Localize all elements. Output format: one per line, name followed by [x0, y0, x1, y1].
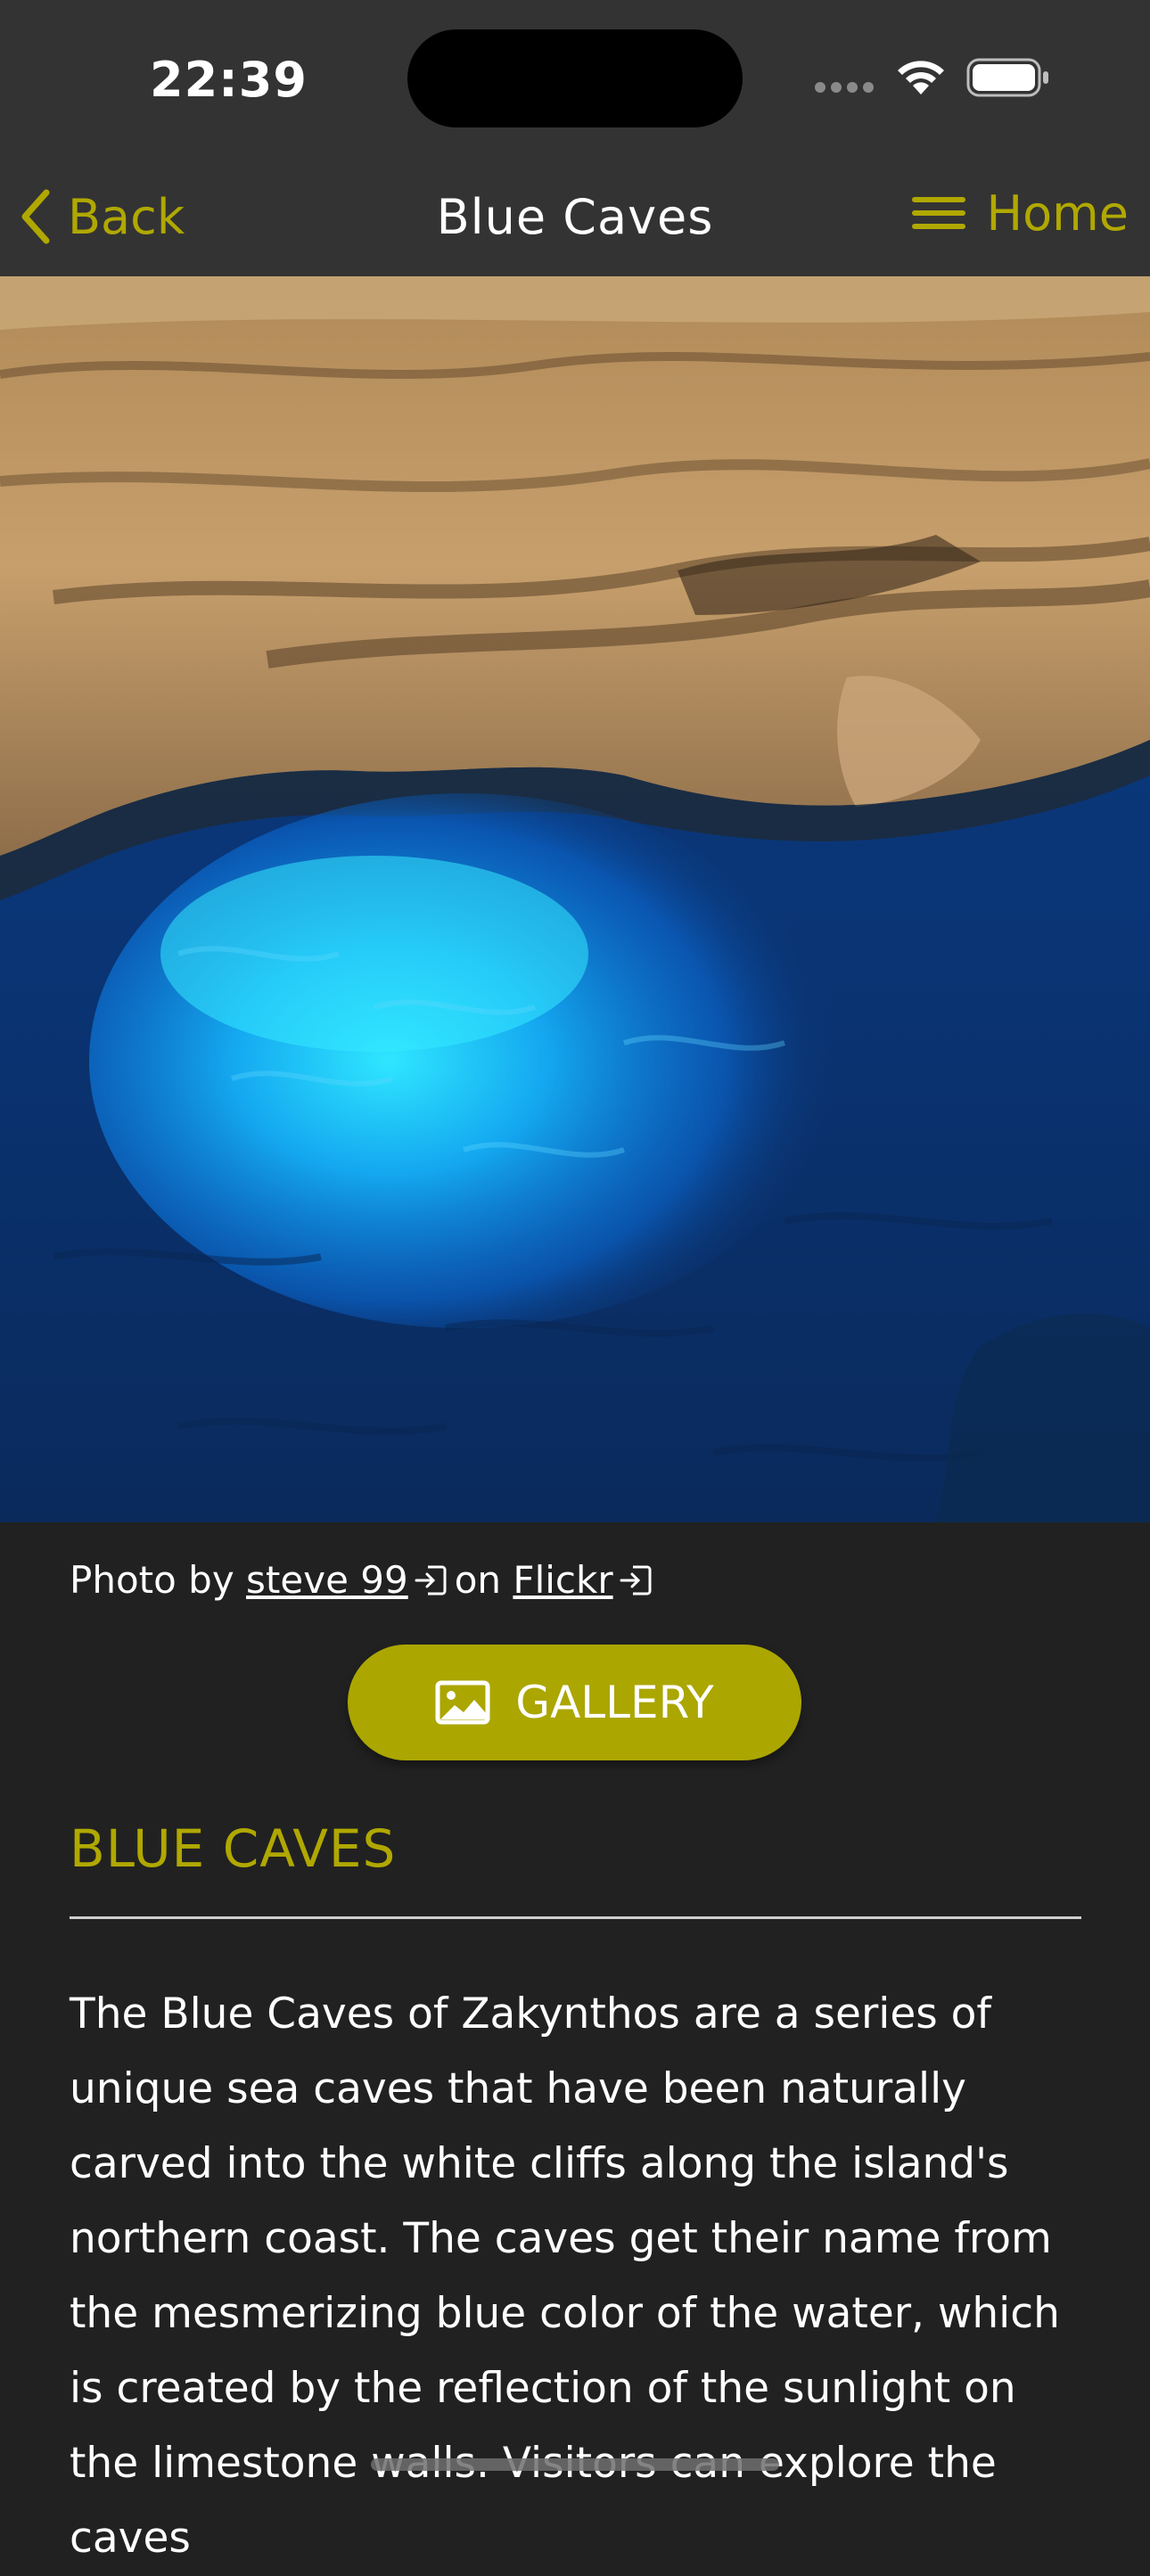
cave-illustration	[0, 276, 1150, 1522]
hamburger-menu-icon	[911, 197, 965, 229]
status-time: 22:39	[150, 52, 308, 108]
external-link-icon	[620, 1565, 652, 1595]
dynamic-island	[407, 29, 743, 127]
section-title: BLUE CAVES	[70, 1818, 397, 1879]
home-indicator[interactable]	[371, 2458, 779, 2471]
cellular-signal-icon	[815, 82, 874, 93]
external-link-icon	[415, 1565, 447, 1595]
credit-prefix: Photo by	[70, 1558, 234, 1602]
status-bar: 22:39	[0, 0, 1150, 156]
wifi-icon	[898, 61, 944, 94]
author-link[interactable]: steve 99	[246, 1558, 408, 1602]
battery-icon	[966, 58, 1048, 97]
blue-caves-photo	[0, 276, 1150, 1522]
gallery-button[interactable]: GALLERY	[348, 1645, 801, 1760]
credit-middle: on	[454, 1558, 502, 1602]
photo-credit: Photo by steve 99 on Flickr	[70, 1558, 660, 1602]
gallery-label: GALLERY	[515, 1677, 714, 1728]
description-text: The Blue Caves of Zakynthos are a series…	[70, 1989, 1060, 2563]
home-label: Home	[986, 185, 1129, 242]
image-icon	[435, 1680, 490, 1725]
divider	[70, 1916, 1081, 1919]
source-link[interactable]: Flickr	[513, 1558, 612, 1602]
home-menu-button[interactable]: Home	[911, 182, 1129, 244]
